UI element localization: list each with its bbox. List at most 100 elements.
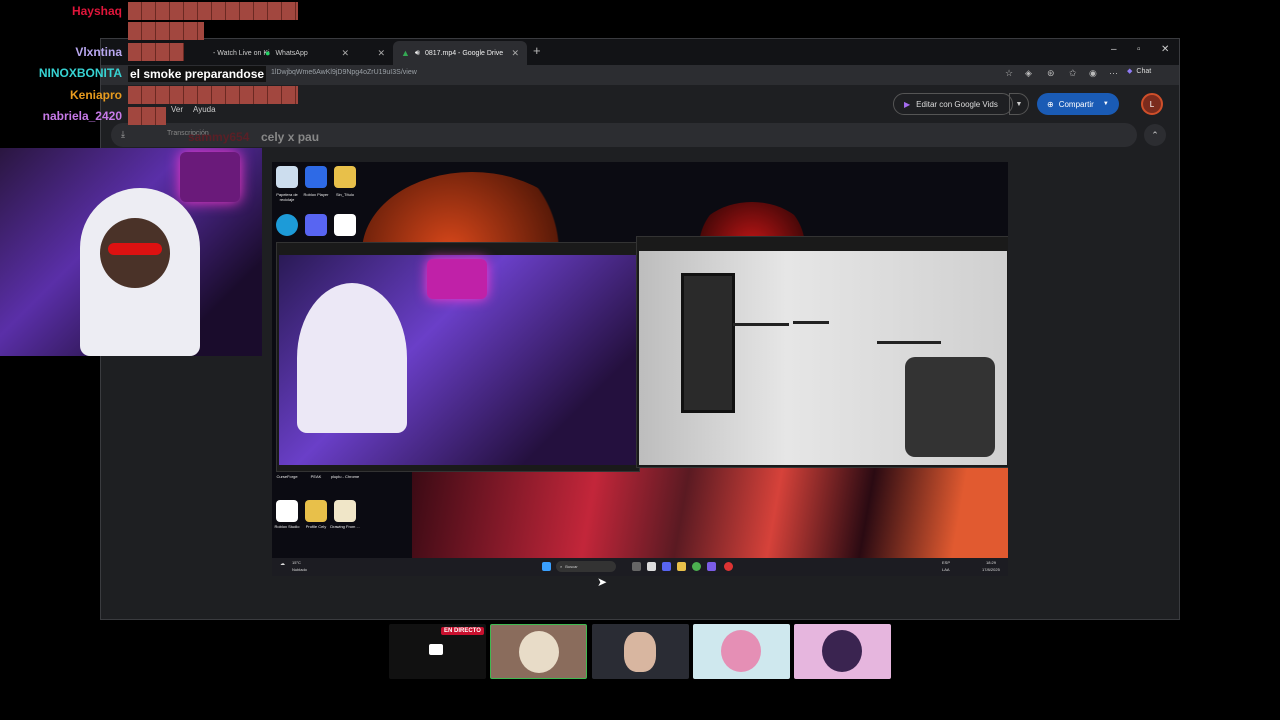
participant-tile-screen-share[interactable]: EN DIRECTO — [389, 624, 486, 679]
tab-bar: - Watch Live on Ki ✕ ● WhatsApp ✕ ▲ 🔊︎ 0… — [101, 39, 1179, 65]
inner-window-webcam — [276, 242, 640, 472]
close-icon[interactable]: ✕ — [511, 48, 519, 59]
roblox-studio-icon[interactable] — [276, 500, 298, 522]
icon-label: CurseForge — [276, 474, 298, 479]
weather-desc: Nublado — [292, 567, 307, 572]
drawing-icon[interactable] — [334, 500, 356, 522]
speaker-icon: 🔊︎ — [414, 48, 420, 57]
share-button[interactable]: ⊕ Compartir ▼ — [1037, 93, 1119, 115]
icon-label: Sin_Título — [335, 192, 354, 197]
taskbar-search[interactable]: ⌕ Buscar — [556, 561, 616, 572]
maximize-button[interactable]: ▫ — [1137, 44, 1141, 55]
chrome-icon[interactable] — [692, 562, 701, 571]
vids-label: Editar con Google Vids — [916, 99, 998, 109]
icon-label: Drawing From ... — [330, 524, 360, 529]
streamer-webcam-overlay — [0, 148, 262, 356]
chat-username: sammy654 — [188, 130, 250, 144]
new-tab-button[interactable]: + — [533, 43, 541, 58]
close-icon[interactable]: ✕ — [377, 48, 385, 59]
chat-username: Vlxntina — [75, 45, 122, 59]
icon-label: Profile Cely — [305, 524, 327, 529]
chat-label: Chat — [1136, 67, 1152, 75]
tab-title: 0817.mp4 - Google Drive — [424, 49, 504, 57]
roblox-player-icon[interactable] — [305, 166, 327, 188]
shelf — [733, 323, 789, 326]
url-text[interactable]: 1lDwjbqWme6AwKl9jD9Npg4oZrU19uI3S/view — [271, 69, 417, 76]
video-player[interactable]: Papelera de reciclaje Roblox Player Sin_… — [272, 162, 1008, 576]
participant-tile[interactable] — [592, 624, 689, 679]
participant-avatar — [519, 631, 559, 673]
chat-message: cely x pau — [261, 130, 320, 144]
copilot-chat-button[interactable]: ◆ Chat — [1127, 67, 1152, 76]
icon-label: Roblox Studio — [274, 524, 300, 529]
lang-indicator-2: LAA — [942, 567, 950, 572]
participant-avatar — [822, 630, 862, 672]
recycle-bin-icon[interactable] — [276, 166, 298, 188]
neon-sign — [427, 259, 487, 299]
sunglasses — [108, 243, 162, 255]
neon-sign — [180, 152, 240, 202]
drive-icon: ▲ — [401, 48, 410, 58]
icon-label: PEAK — [310, 474, 322, 479]
inner-window-room — [636, 236, 1008, 468]
avatar[interactable]: L — [1141, 93, 1163, 115]
app-icon[interactable] — [707, 562, 716, 571]
chat-username: Hayshaq — [71, 4, 122, 18]
participant-tile[interactable] — [693, 624, 790, 679]
participant-tile[interactable] — [794, 624, 891, 679]
obs-icon[interactable] — [724, 562, 733, 571]
clock-time[interactable]: 18:29 — [986, 560, 996, 565]
minimize-button[interactable]: – — [1111, 44, 1117, 55]
chair — [905, 357, 995, 457]
emote-strip — [128, 107, 166, 125]
mouse-cursor-icon: ➤ — [597, 575, 608, 589]
edge-icon[interactable] — [276, 214, 298, 236]
emote-strip — [128, 86, 298, 104]
task-view-icon[interactable] — [632, 562, 641, 571]
chevron-down-icon[interactable]: ▼ — [1009, 93, 1029, 115]
edit-with-vids-button[interactable]: ▶ Editar con Google Vids — [893, 93, 1013, 115]
download-icon[interactable]: ⤓ — [121, 129, 125, 140]
person-silhouette — [297, 283, 407, 433]
icon-label: pluplu - Chrome — [330, 474, 360, 479]
menu-ayuda[interactable]: Ayuda — [193, 105, 216, 114]
monitor-icon — [429, 644, 443, 655]
discord-icon[interactable] — [662, 562, 671, 571]
lang-indicator[interactable]: ESP — [942, 560, 950, 565]
emote-strip — [128, 2, 298, 20]
menu-ver[interactable]: Ver — [171, 105, 183, 114]
whatsapp-icon: ● — [265, 48, 271, 58]
star-icon[interactable]: ☆ — [1005, 68, 1013, 79]
participant-avatar — [624, 632, 656, 672]
discord-icon[interactable] — [305, 214, 327, 236]
globe-icon: ⊕ — [1047, 99, 1054, 109]
folder-icon[interactable] — [305, 500, 327, 522]
clock-date: 17/8/2025 — [982, 567, 1000, 572]
chevron-up-icon[interactable]: ⌃ — [1144, 124, 1166, 146]
weather-icon: ☁ — [280, 561, 285, 567]
file-explorer-icon[interactable] — [677, 562, 686, 571]
vids-icon: ▶ — [904, 99, 911, 109]
tracker-icon[interactable]: ⊛ — [1047, 68, 1055, 79]
favorites-icon[interactable]: ✩ — [1069, 68, 1077, 79]
folder-icon[interactable] — [334, 166, 356, 188]
icon-label: Papelera de reciclaje — [276, 192, 298, 202]
tab-whatsapp[interactable]: ● WhatsApp ✕ — [257, 41, 393, 65]
extension-icon[interactable]: ◈ — [1025, 68, 1032, 79]
tab-title: WhatsApp — [275, 49, 308, 57]
emote-strip — [128, 22, 204, 40]
windows-start-icon[interactable] — [542, 562, 551, 571]
participant-tile[interactable] — [490, 624, 587, 679]
capcut-icon[interactable] — [334, 214, 356, 236]
chevron-down-icon: ▼ — [1102, 101, 1109, 107]
more-icon[interactable]: ⋯ — [1109, 68, 1118, 79]
close-window-button[interactable]: ✕ — [1161, 44, 1169, 55]
tab-google-drive[interactable]: ▲ 🔊︎ 0817.mp4 - Google Drive ✕ — [393, 41, 527, 65]
mirror — [681, 273, 735, 413]
search-icon: ⌕ — [560, 564, 563, 569]
wallpaper-waves — [412, 467, 1008, 567]
weather-temp: 15°C — [292, 560, 301, 565]
profile-icon[interactable]: ◉ — [1089, 68, 1097, 79]
icon-label: Roblox Player — [303, 192, 329, 197]
app-icon[interactable] — [647, 562, 656, 571]
